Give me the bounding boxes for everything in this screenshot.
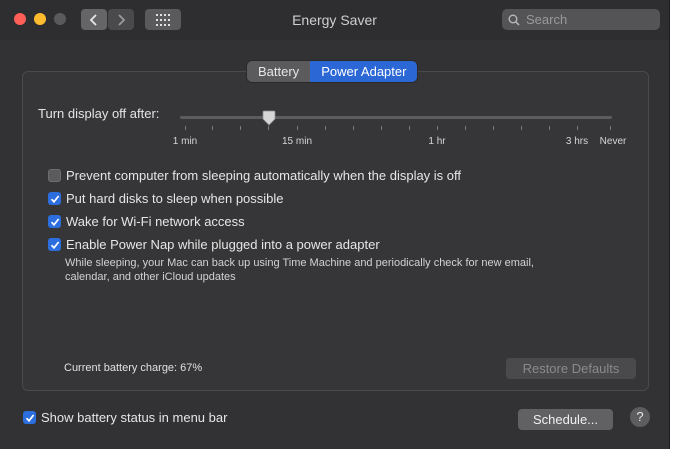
power-nap-description-line: calendar, and other iCloud updates: [65, 271, 236, 283]
battery-charge-text: Current battery charge: 67%: [64, 362, 203, 374]
tab-bar: Battery Power Adapter: [247, 61, 418, 82]
power-nap-description: While sleeping, your Mac can back up usi…: [65, 256, 585, 284]
disk-sleep-option[interactable]: Put hard disks to sleep when possible: [48, 191, 284, 206]
help-button[interactable]: ?: [630, 407, 650, 427]
slider-tick: [465, 126, 466, 130]
disk-sleep-label: Put hard disks to sleep when possible: [66, 191, 284, 206]
power-nap-checkbox[interactable]: [48, 238, 61, 251]
checkmark-icon: [50, 240, 59, 249]
slider-tick: [521, 126, 522, 130]
tick-label-1-hr: 1 hr: [428, 136, 446, 147]
tick-label-1-min: 1 min: [172, 136, 198, 147]
checkmark-icon: [50, 217, 59, 226]
checkmark-icon: [50, 194, 59, 203]
disk-sleep-checkbox[interactable]: [48, 192, 61, 205]
tick-label-never: Never: [599, 136, 627, 147]
wake-wifi-label: Wake for Wi-Fi network access: [66, 214, 245, 229]
slider-tick: [577, 126, 578, 130]
slider-tick: [268, 126, 269, 130]
tab-power-adapter[interactable]: Power Adapter: [310, 61, 418, 82]
search-input[interactable]: [524, 11, 658, 28]
display-sleep-slider-track[interactable]: [180, 116, 612, 119]
title-bar: Energy Saver: [0, 0, 669, 40]
checkmark-icon: [25, 413, 34, 422]
tick-label-3-hrs: 3 hrs: [565, 136, 589, 147]
slider-tick: [212, 126, 213, 130]
show-battery-status-checkbox[interactable]: [23, 411, 36, 424]
wake-wifi-checkbox[interactable]: [48, 215, 61, 228]
energy-saver-window: Energy Saver Battery Power Adapter Turn …: [0, 0, 670, 449]
prevent-sleep-option[interactable]: Prevent computer from sleeping automatic…: [48, 168, 461, 183]
show-battery-status-label: Show battery status in menu bar: [41, 410, 228, 425]
search-icon: [508, 14, 520, 26]
slider-tick: [437, 126, 438, 130]
slider-tick: [610, 126, 611, 130]
search-field[interactable]: [502, 9, 660, 30]
slider-tick: [549, 126, 550, 130]
slider-tick: [493, 126, 494, 130]
slider-tick: [409, 126, 410, 130]
schedule-button[interactable]: Schedule...: [518, 409, 613, 430]
slider-tick: [325, 126, 326, 130]
prevent-sleep-label: Prevent computer from sleeping automatic…: [66, 168, 462, 183]
power-nap-option[interactable]: Enable Power Nap while plugged into a po…: [48, 237, 380, 252]
show-battery-status-option[interactable]: Show battery status in menu bar: [23, 410, 227, 425]
slider-tick: [381, 126, 382, 130]
slider-tick: [353, 126, 354, 130]
tick-label-15-min: 15 min: [281, 136, 313, 147]
tab-battery[interactable]: Battery: [247, 61, 311, 82]
prevent-sleep-checkbox[interactable]: [48, 169, 61, 182]
display-sleep-slider-thumb[interactable]: [262, 110, 276, 126]
power-nap-label: Enable Power Nap while plugged into a po…: [66, 237, 380, 252]
slider-tick: [240, 126, 241, 130]
display-sleep-label: Turn display off after:: [38, 106, 160, 121]
slider-tick: [185, 126, 186, 130]
slider-tick: [297, 126, 298, 130]
restore-defaults-button[interactable]: Restore Defaults: [506, 358, 636, 379]
wake-wifi-option[interactable]: Wake for Wi-Fi network access: [48, 214, 245, 229]
power-nap-description-line: While sleeping, your Mac can back up usi…: [65, 257, 534, 269]
